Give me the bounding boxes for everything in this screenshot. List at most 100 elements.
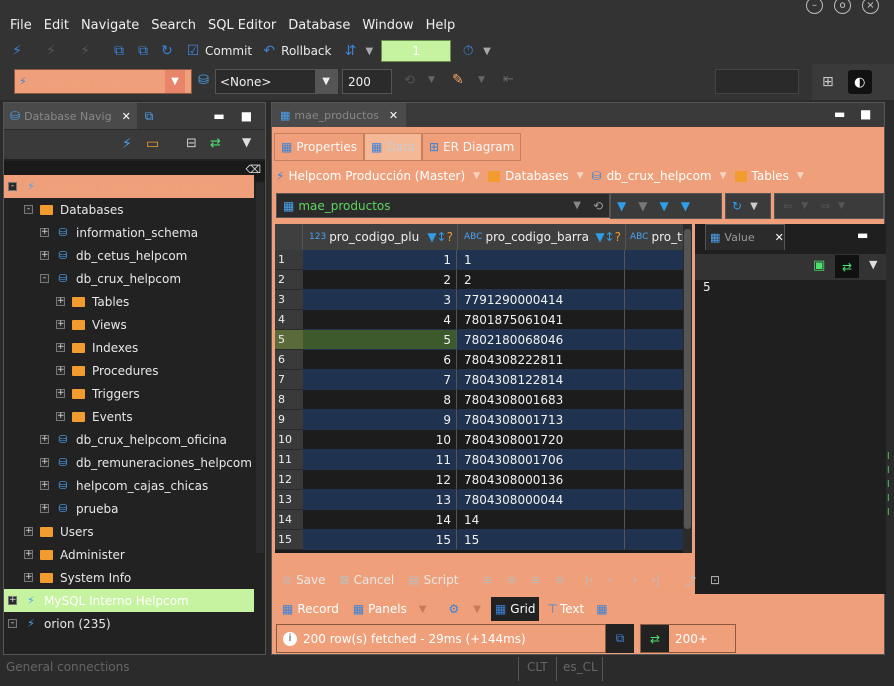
table-row[interactable]: 10 10 7804308001720	[275, 430, 686, 450]
save-filter-icon[interactable]: ▼	[659, 199, 668, 213]
tools-icon[interactable]: ✎	[452, 72, 464, 88]
breadcrumb-connection[interactable]: ⚡ Helpcom Producción (Master) ▼	[276, 169, 480, 183]
grid-toggle[interactable]: ▦ Grid	[490, 597, 540, 621]
back-icon[interactable]: ⇤	[503, 72, 514, 87]
table-row[interactable]: 12 12 7804308000136	[275, 470, 686, 490]
row-number[interactable]: 9	[275, 410, 303, 430]
tree-item[interactable]: - ⚡ orion (235)	[4, 612, 254, 635]
transaction-log-box[interactable]: 1	[381, 40, 452, 62]
table-row[interactable]: 4 4 7801875061041	[275, 310, 686, 330]
row-number[interactable]: 12	[275, 470, 303, 490]
prev-page-icon[interactable]: ‹	[608, 573, 613, 587]
filter-refresh-icon[interactable]: ⟲	[593, 199, 603, 213]
value-menu-icon[interactable]: ▼	[869, 258, 877, 271]
nav-back-icon[interactable]: ⇐	[783, 199, 793, 213]
collapse-icon[interactable]: -	[24, 205, 33, 214]
cell-ti[interactable]	[626, 250, 686, 270]
table-row[interactable]: 3 3 7791290000414	[275, 290, 686, 310]
close-value-tab-icon[interactable]: ✕	[775, 231, 784, 244]
cell-plu[interactable]: 3	[303, 290, 457, 310]
history-dropdown-icon[interactable]: ▼	[483, 46, 491, 57]
cell-ti[interactable]	[626, 430, 686, 450]
new-folder-icon[interactable]: ▭	[146, 136, 159, 152]
projects-tab-icon[interactable]: ⧉	[145, 109, 154, 124]
cell-plu[interactable]: 11	[303, 450, 457, 470]
column-header-barra[interactable]: ABC pro_codigo_barra ▼↕?	[458, 224, 626, 250]
cell-plu[interactable]: 10	[303, 430, 457, 450]
cell-barra[interactable]: 7804308001683	[458, 390, 625, 410]
clear-filter-button-icon[interactable]: ▼	[638, 199, 647, 213]
collapse-icon[interactable]: -	[40, 274, 49, 283]
tree-item[interactable]: + ⛁ information_schema	[4, 221, 254, 244]
chevron-down-icon[interactable]: ▼	[577, 171, 584, 181]
cell-ti[interactable]	[626, 330, 686, 350]
menu-window[interactable]: Window	[356, 14, 419, 37]
last-page-icon[interactable]: ›|	[651, 573, 660, 587]
menu-file[interactable]: File	[4, 14, 38, 37]
menu-search[interactable]: Search	[145, 14, 202, 37]
menu-sql-editor[interactable]: SQL Editor	[202, 14, 282, 37]
row-number[interactable]: 2	[275, 270, 303, 290]
delete-row-icon[interactable]: ≡	[555, 573, 565, 587]
new-script-icon[interactable]: ⧉	[134, 43, 152, 59]
cell-plu[interactable]: 12	[303, 470, 457, 490]
cell-ti[interactable]	[626, 530, 686, 550]
row-number[interactable]: 14	[275, 510, 303, 530]
nav-back-dropdown-icon[interactable]: ▼	[801, 201, 808, 211]
cell-barra[interactable]: 7804308000044	[458, 490, 625, 510]
save-value-icon[interactable]: ▣	[813, 258, 825, 273]
cell-barra[interactable]: 7802180068046	[458, 330, 625, 350]
cell-barra[interactable]: 7804308000136	[458, 470, 625, 490]
grid-vertical-scrollbar[interactable]	[683, 224, 692, 553]
value-sync-icon[interactable]: ⇄	[835, 255, 859, 278]
row-number[interactable]: 6	[275, 350, 303, 370]
nav-forward-icon[interactable]: ⇒	[820, 199, 830, 213]
commit-button[interactable]: Commit	[205, 44, 252, 58]
row-number[interactable]: 4	[275, 310, 303, 330]
breadcrumb-databases[interactable]: Databases ▼	[488, 169, 584, 183]
maximize-window-icon[interactable]: o	[834, 0, 851, 14]
minimize-panel-icon[interactable]: ▬	[213, 109, 224, 123]
refresh-dropdown-icon[interactable]: ▼	[750, 201, 758, 212]
cell-plu[interactable]: 14	[303, 510, 457, 530]
filter-settings-icon[interactable]: ▼	[681, 199, 690, 213]
maximize-panel-icon[interactable]: ■	[241, 109, 252, 123]
tree-item[interactable]: + Administer	[4, 543, 254, 566]
record-button[interactable]: Record	[297, 602, 338, 616]
refresh-icon[interactable]: ↻	[158, 43, 176, 59]
panels-dropdown-icon[interactable]: ▼	[419, 604, 427, 615]
panels-button[interactable]: Panels	[368, 602, 407, 616]
tree-item[interactable]: + Procedures	[4, 359, 254, 382]
expand-icon[interactable]: +	[40, 228, 49, 237]
tools-dropdown-icon[interactable]: ▼	[478, 75, 485, 85]
tab-value[interactable]: ▦ Value ✕	[705, 224, 785, 250]
rollback-button[interactable]: Rollback	[281, 44, 331, 58]
column-sort-filter-icon[interactable]: ▼↕?	[427, 230, 453, 244]
tab-data[interactable]: ▦ Data	[364, 133, 422, 161]
tree-scrollbar[interactable]	[256, 183, 264, 553]
cell-barra[interactable]: 15	[458, 530, 625, 550]
settings-dropdown-icon[interactable]: ▼	[473, 604, 481, 615]
tree-item[interactable]: + ⚡ MySQL Interno Helpcom	[4, 589, 254, 612]
tab-er-diagram[interactable]: ⊞ ER Diagram	[422, 133, 522, 161]
expand-icon[interactable]: +	[56, 366, 65, 375]
format-dropdown-icon[interactable]: ▼	[428, 75, 435, 85]
cell-ti[interactable]	[626, 370, 686, 390]
connect-icon[interactable]: ⚡	[8, 43, 26, 59]
table-row[interactable]: 15 15 15	[275, 530, 686, 550]
fetch-size-box[interactable]: ⇄ 200+	[640, 624, 736, 653]
cell-barra[interactable]: 1	[458, 250, 625, 270]
tree-item[interactable]: + Users	[4, 520, 254, 543]
add-row-icon[interactable]: ≡	[506, 573, 516, 587]
tree-item[interactable]: + Triggers	[4, 382, 254, 405]
minimize-window-icon[interactable]: –	[806, 0, 823, 14]
minimize-value-icon[interactable]: ▬	[857, 228, 868, 242]
row-number[interactable]: 1	[275, 250, 303, 270]
pin-status-icon[interactable]: ⧉	[606, 624, 634, 653]
row-number[interactable]: 15	[275, 530, 303, 550]
cell-plu[interactable]: 8	[303, 390, 457, 410]
rollback-icon[interactable]: ↶	[260, 43, 278, 59]
table-row[interactable]: 11 11 7804308001706	[275, 450, 686, 470]
expand-icon[interactable]: +	[40, 504, 49, 513]
row-number[interactable]: 10	[275, 430, 303, 450]
